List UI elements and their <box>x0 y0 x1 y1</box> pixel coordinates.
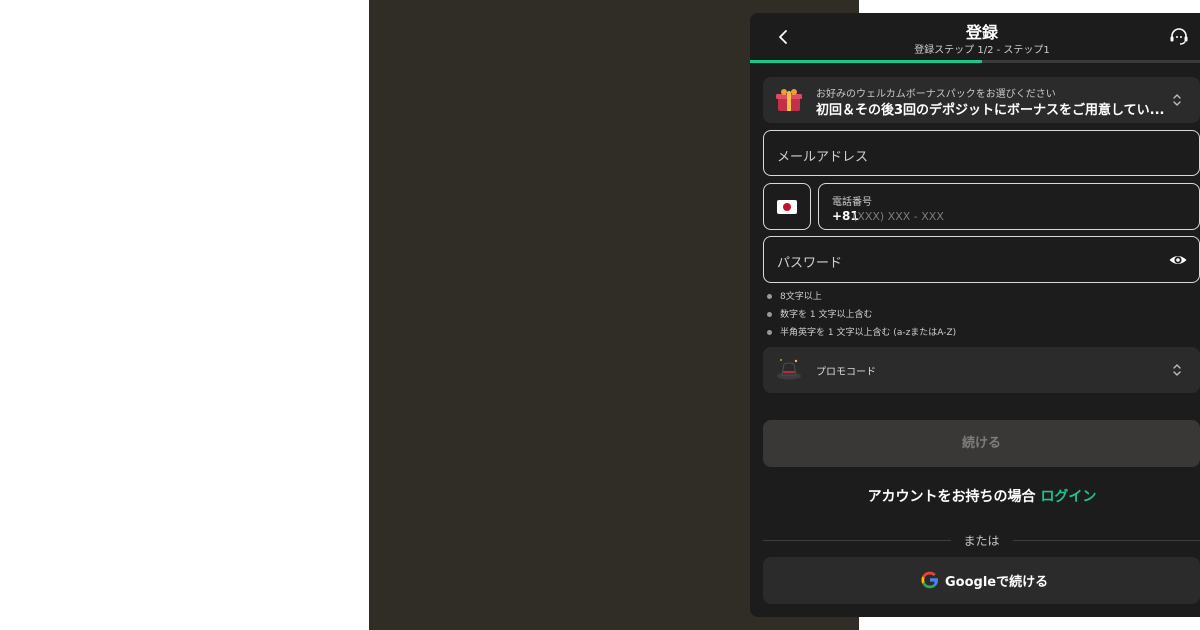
bonus-selected-value: 初回＆その後3回のデポジットにボーナスをご用意してい... <box>816 103 1165 118</box>
eye-icon[interactable] <box>1168 250 1188 270</box>
app-frame: 登録 登録ステップ 1/2 - ステップ1 お好みのウェルカムボーナスパックをお… <box>369 0 1200 630</box>
password-rule: 8文字以上 <box>766 289 956 307</box>
country-code-select[interactable] <box>763 183 811 230</box>
password-rules: 8文字以上 数字を 1 文字以上含む 半角英字を 1 文字以上含む (a-zまた… <box>766 289 956 343</box>
divider-line <box>1013 540 1200 541</box>
phone-field[interactable]: 電話番号 +81 <box>818 183 1200 230</box>
phone-input[interactable] <box>853 207 1153 225</box>
gift-icon <box>776 89 802 111</box>
promo-code-toggle[interactable]: プロモコード <box>763 347 1200 393</box>
login-prompt-text: アカウントをお持ちの場合 <box>867 489 1041 505</box>
google-signin-button[interactable]: Googleで続ける <box>763 557 1200 604</box>
google-icon <box>921 571 939 589</box>
chevron-updown-icon <box>1173 364 1181 376</box>
progress-track <box>750 60 1200 63</box>
progress-fill <box>750 60 982 63</box>
page-title: 登録 <box>965 23 998 42</box>
email-label: メールアドレス <box>777 150 869 165</box>
password-label: パスワード <box>777 256 843 271</box>
or-divider: または <box>763 532 1200 548</box>
step-subtitle: 登録ステップ 1/2 - ステップ1 <box>914 45 1050 56</box>
phone-label: 電話番号 <box>832 197 872 208</box>
google-button-label: Googleで続ける <box>945 575 1049 590</box>
bonus-pack-select[interactable]: お好みのウェルカムボーナスパックをお選びください 初回＆その後3回のデポジットに… <box>763 77 1200 123</box>
continue-button[interactable]: 続ける <box>763 420 1200 467</box>
chevron-updown-icon <box>1173 94 1181 106</box>
japan-flag-icon <box>777 200 797 214</box>
email-field[interactable]: メールアドレス <box>763 130 1200 176</box>
login-link[interactable]: ログイン <box>1040 489 1096 505</box>
header: 登録 登録ステップ 1/2 - ステップ1 <box>750 13 1200 61</box>
password-field[interactable]: パスワード <box>763 236 1200 283</box>
login-prompt: アカウントをお持ちの場合 ログイン <box>750 486 1200 506</box>
password-rule: 数字を 1 文字以上含む <box>766 307 956 325</box>
magic-hat-icon <box>777 359 801 380</box>
password-rule: 半角英字を 1 文字以上含む (a-zまたはA-Z) <box>766 325 956 343</box>
registration-panel: 登録 登録ステップ 1/2 - ステップ1 お好みのウェルカムボーナスパックをお… <box>750 13 1200 617</box>
promo-code-label: プロモコード <box>816 367 876 378</box>
headset-support-icon[interactable] <box>1167 25 1191 49</box>
bonus-caption: お好みのウェルカムボーナスパックをお選びください <box>816 89 1056 100</box>
